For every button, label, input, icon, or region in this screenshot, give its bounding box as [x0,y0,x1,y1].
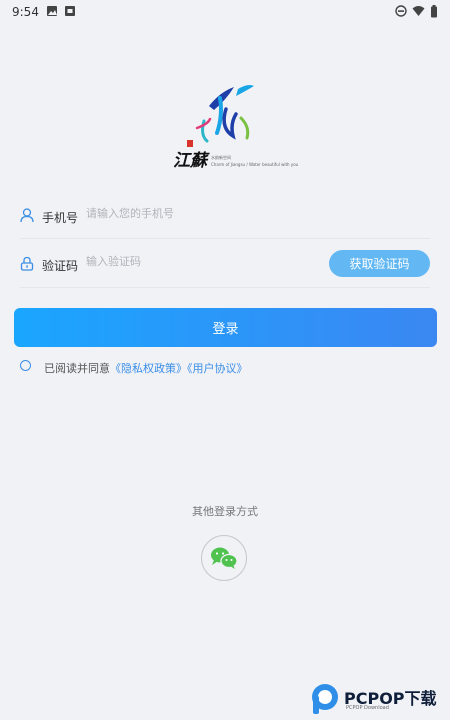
user-icon [20,208,34,223]
other-login-title: 其他登录方式 [192,505,258,518]
phone-divider [20,238,430,239]
phone-input[interactable] [86,207,306,220]
app-logo: 江蘇 水韵新空间 Charm of Jiangsu / Water beauti… [168,80,298,176]
logo-subtitle-cn: 水韵新空间 [211,155,231,160]
code-divider [20,287,430,288]
agreement-radio[interactable] [20,360,31,371]
login-button[interactable]: 登录 [14,308,437,347]
watermark-sub: PCPOP Download [346,705,389,711]
pcpop-watermark: PCPOP下载 PCPOP Download [310,680,450,720]
logo-subtitle-en: Charm of Jiangsu / Water beautiful with … [211,162,299,167]
status-bar: 9:54 [0,0,450,26]
privacy-policy-link[interactable]: 《隐私权政策》 [110,362,187,375]
agreement-prefix: 已阅读并同意 [44,362,110,375]
wechat-login-button[interactable] [201,535,247,581]
wechat-icon [211,547,238,569]
do-not-disturb-icon [395,5,407,17]
code-input[interactable] [86,255,266,268]
status-time: 9:54 [12,5,39,19]
user-agreement-link[interactable]: 《用户协议》 [187,362,248,375]
wifi-icon [412,6,425,16]
image-notification-icon [47,6,57,16]
pcpop-logo-icon [312,684,338,714]
lock-icon [20,256,34,271]
get-code-button[interactable]: 获取验证码 [329,250,430,277]
phone-row: 手机号 [20,199,430,235]
battery-icon [431,5,437,18]
agreement-text: 已阅读并同意《隐私权政策》《用户协议》 [44,360,248,376]
logo-brand-text: 江蘇 [173,151,207,171]
phone-label: 手机号 [42,211,79,225]
code-label: 验证码 [42,259,79,273]
app-notification-icon [65,6,75,16]
